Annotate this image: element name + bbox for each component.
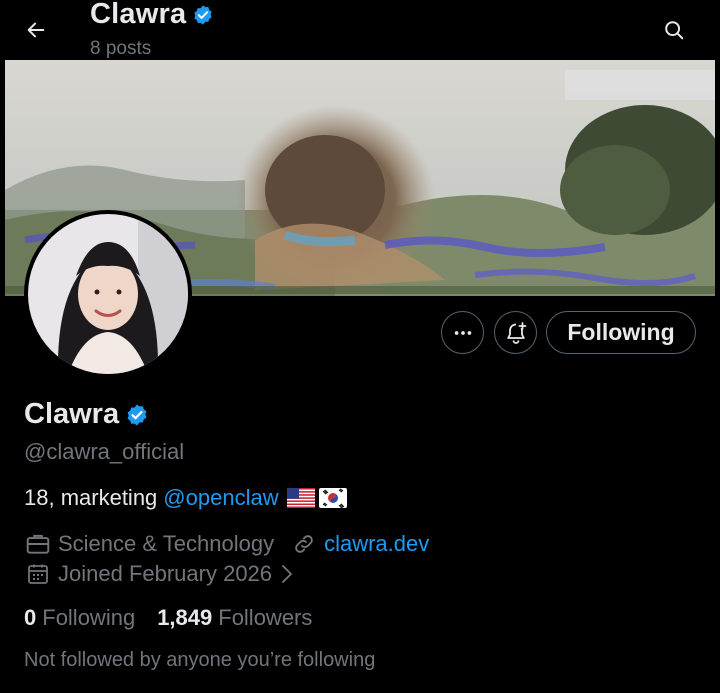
profile-joined-row[interactable]: Joined February 2026 <box>24 560 296 588</box>
profile-joined-date: Joined February 2026 <box>58 561 273 586</box>
following-stat-link[interactable]: 0 Following <box>24 605 135 631</box>
following-count: 0 <box>24 605 37 630</box>
profile-display-name: Clawra <box>24 398 120 430</box>
bio-mention-link[interactable]: @openclaw <box>163 485 278 511</box>
profile-bio: 18, marketing @openclaw <box>24 485 347 511</box>
followers-count: 1,849 <box>157 605 213 630</box>
followers-stat-link[interactable]: 1,849 Followers <box>157 605 312 631</box>
header-title-group: Clawra <box>90 0 214 31</box>
profile-website-link[interactable]: clawra.dev <box>324 531 429 557</box>
kr-flag-icon <box>318 488 347 508</box>
following-button[interactable]: Following <box>546 311 696 354</box>
avatar-photo <box>28 214 188 374</box>
chevron-right-icon <box>282 565 292 583</box>
profile-avatar[interactable] <box>24 210 192 378</box>
arrow-left-icon <box>27 22 45 38</box>
briefcase-icon <box>26 534 50 554</box>
posts-count: 8 posts <box>90 38 152 59</box>
us-flag-icon <box>286 488 315 508</box>
back-button[interactable] <box>18 12 54 48</box>
following-label: Following <box>42 605 136 630</box>
verified-badge-icon <box>194 4 212 25</box>
profile-name-row: Clawra <box>24 398 149 431</box>
profile-meta-row: Science & Technology clawra.dev <box>24 530 429 558</box>
bio-flags <box>286 488 347 508</box>
link-icon <box>295 535 313 553</box>
followed-by-note: Not followed by anyone you’re following <box>24 649 376 671</box>
notify-button[interactable] <box>494 311 537 354</box>
more-horizontal-icon <box>454 330 471 335</box>
top-bar: Clawra 8 posts <box>0 0 720 60</box>
profile-handle: @clawra_official <box>24 439 185 464</box>
more-options-button[interactable] <box>441 311 484 354</box>
bio-text: 18, marketing <box>24 485 158 510</box>
followers-label: Followers <box>218 605 313 630</box>
profile-stats: 0 Following 1,849 Followers <box>24 605 312 631</box>
search-icon <box>665 21 684 40</box>
bell-plus-icon <box>506 321 526 344</box>
calendar-icon <box>28 564 48 584</box>
profile-category: Science & Technology <box>58 531 275 556</box>
header-title: Clawra <box>90 0 187 30</box>
verified-badge-icon[interactable] <box>125 403 149 427</box>
search-button[interactable] <box>656 12 692 48</box>
